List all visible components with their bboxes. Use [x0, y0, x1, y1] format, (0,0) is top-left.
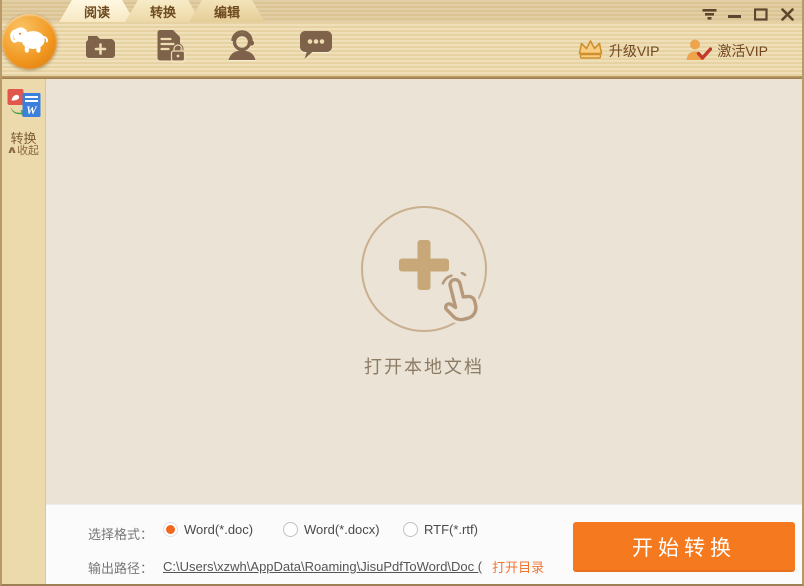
tab-read-label: 阅读	[84, 2, 110, 21]
window-controls	[696, 5, 800, 23]
output-path-link[interactable]: C:\Users\xzwh\AppData\Roaming\JisuPdfToW…	[163, 559, 482, 574]
format-radio-word-doc[interactable]: Word(*.doc)	[163, 522, 253, 537]
elephant-logo-icon	[9, 18, 51, 65]
tab-convert-label: 转换	[150, 2, 176, 21]
format-word-doc-label: Word(*.doc)	[184, 522, 253, 537]
tab-read[interactable]: 阅读	[59, 0, 135, 22]
upgrade-vip-button[interactable]: 升级VIP	[577, 39, 660, 63]
content-area: 打开本地文档 选择格式： Word(*.doc) Word(*.docx) RT…	[46, 79, 802, 584]
bottom-panel: 选择格式： Word(*.doc) Word(*.docx) RTF(*.rtf…	[46, 504, 802, 584]
radio-unselected-icon[interactable]	[403, 522, 418, 537]
open-file-icon	[84, 31, 120, 66]
start-convert-button[interactable]: 开始转换	[573, 522, 795, 572]
svg-text:W: W	[26, 103, 38, 117]
tab-edit-label: 编辑	[214, 2, 240, 21]
tab-edit[interactable]: 编辑	[189, 0, 265, 22]
format-label: 选择格式：	[88, 524, 153, 543]
menu-triangle-icon[interactable]	[696, 5, 722, 23]
radio-unselected-icon[interactable]	[283, 522, 298, 537]
upgrade-vip-label: 升级VIP	[609, 41, 660, 61]
output-path-label: 输出路径：	[88, 558, 153, 577]
customer-service-icon	[225, 29, 259, 68]
sidebar: W 转换 ∧ 收起	[2, 79, 46, 584]
radio-selected-icon[interactable]	[163, 522, 178, 537]
minimize-button[interactable]	[722, 5, 748, 23]
maximize-button[interactable]	[748, 5, 774, 23]
vip-area: 升级VIP 激活VIP	[577, 38, 768, 64]
start-convert-label: 开始转换	[632, 532, 736, 562]
feedback-chat-button[interactable]	[296, 29, 336, 67]
format-radio-rtf[interactable]: RTF(*.rtf)	[403, 522, 478, 537]
document-unlock-icon	[155, 29, 187, 68]
convert-drop-area: 打开本地文档	[46, 79, 802, 505]
chevron-up-icon: ∧	[6, 145, 17, 156]
open-file-button[interactable]	[82, 29, 122, 67]
person-check-icon	[685, 38, 712, 64]
app-window: 阅读 转换 编辑	[0, 0, 804, 586]
open-directory-link[interactable]: 打开目录	[492, 557, 544, 576]
document-unlock-button[interactable]	[151, 29, 191, 67]
format-radio-word-docx[interactable]: Word(*.docx)	[283, 522, 380, 537]
open-document-button[interactable]	[336, 184, 512, 360]
sidebar-collapse-button[interactable]: ∧ 收起	[2, 142, 45, 158]
format-rtf-label: RTF(*.rtf)	[424, 522, 478, 537]
feedback-chat-icon	[299, 30, 333, 66]
sidebar-item-convert[interactable]: W 转换	[2, 88, 45, 147]
open-document-label: 打开本地文档	[46, 353, 802, 379]
output-path-row: C:\Users\xzwh\AppData\Roaming\JisuPdfToW…	[163, 557, 544, 576]
close-button[interactable]	[774, 5, 800, 23]
pdf-to-word-icon: W	[7, 88, 41, 124]
customer-service-button[interactable]	[222, 29, 262, 67]
activate-vip-label: 激活VIP	[717, 41, 768, 61]
app-logo[interactable]	[2, 14, 57, 69]
title-bar: 阅读 转换 编辑	[0, 0, 804, 76]
format-word-docx-label: Word(*.docx)	[304, 522, 380, 537]
sidebar-collapse-label: 收起	[17, 142, 39, 158]
activate-vip-button[interactable]: 激活VIP	[685, 38, 768, 64]
crown-icon	[577, 39, 604, 63]
tab-convert[interactable]: 转换	[125, 0, 201, 22]
